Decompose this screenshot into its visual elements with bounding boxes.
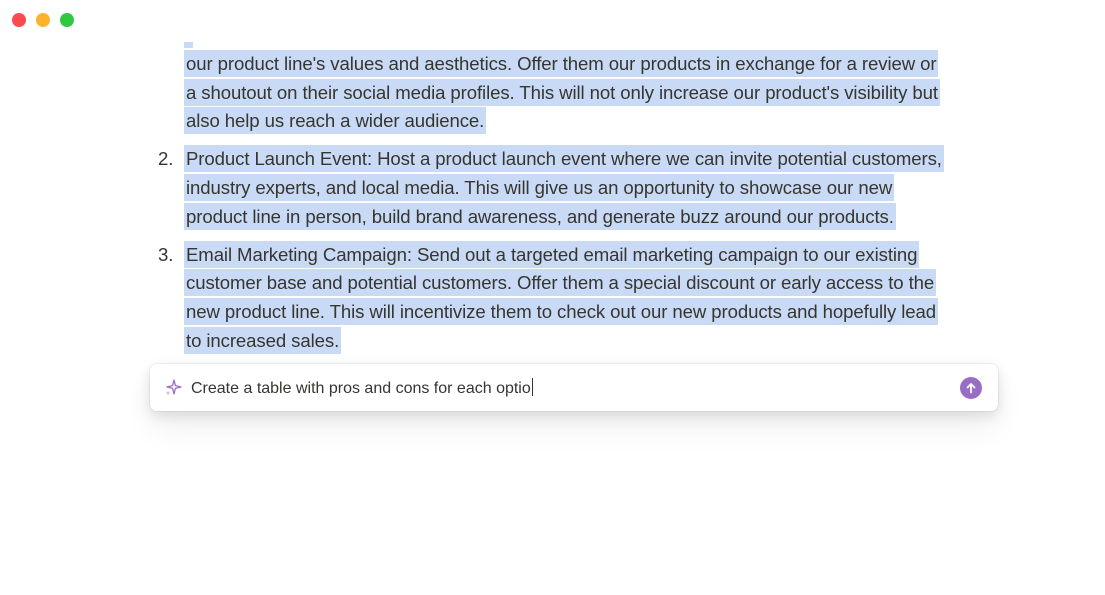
text-line: customer base and potential customers. O… (184, 269, 937, 297)
text-line: new product line. This will incentivize … (184, 298, 939, 326)
maximize-window-button[interactable] (60, 13, 74, 27)
text-line: our product line's values and aesthetics… (184, 49, 939, 77)
sparkle-icon (163, 378, 183, 398)
partial-line (184, 42, 194, 48)
text-line: a shoutout on their social media profile… (184, 78, 940, 106)
text-line: Email Marketing Campaign: Send out a tar… (184, 240, 920, 268)
submit-button[interactable] (960, 377, 982, 399)
text-line: to increased sales. (184, 326, 342, 354)
list-item[interactable]: 2. Product Launch Event: Host a product … (150, 145, 1010, 231)
text-line: product line in person, build brand awar… (184, 202, 896, 230)
minimize-window-button[interactable] (36, 13, 50, 27)
arrow-up-icon (966, 383, 976, 394)
list-item-text[interactable]: Email Marketing Campaign: Send out a tar… (184, 240, 1010, 356)
close-window-button[interactable] (12, 13, 26, 27)
list-item[interactable]: our product line's values and aesthetics… (150, 42, 1010, 136)
numbered-list: our product line's values and aesthetics… (150, 42, 1010, 356)
list-item-number: 3. (158, 243, 174, 265)
list-item-text[interactable]: our product line's values and aesthetics… (184, 42, 1010, 136)
document-content: our product line's values and aesthetics… (0, 42, 1105, 362)
text-line: also help us reach a wider audience. (184, 107, 487, 135)
list-item-text[interactable]: Product Launch Event: Host a product lau… (184, 145, 1010, 231)
text-caret (531, 378, 533, 396)
app-window: our product line's values and aesthetics… (0, 0, 1105, 595)
ai-prompt-bar[interactable]: Create a table with pros and cons for ea… (150, 364, 998, 411)
window-controls (12, 13, 74, 27)
list-item[interactable]: 3. Email Marketing Campaign: Send out a … (150, 240, 1010, 356)
list-item-number: 2. (158, 148, 174, 170)
ai-prompt-value: Create a table with pros and cons for ea… (191, 380, 531, 397)
text-line: industry experts, and local media. This … (184, 173, 895, 201)
ai-prompt-input[interactable]: Create a table with pros and cons for ea… (191, 378, 533, 399)
text-line: Product Launch Event: Host a product lau… (184, 145, 944, 173)
